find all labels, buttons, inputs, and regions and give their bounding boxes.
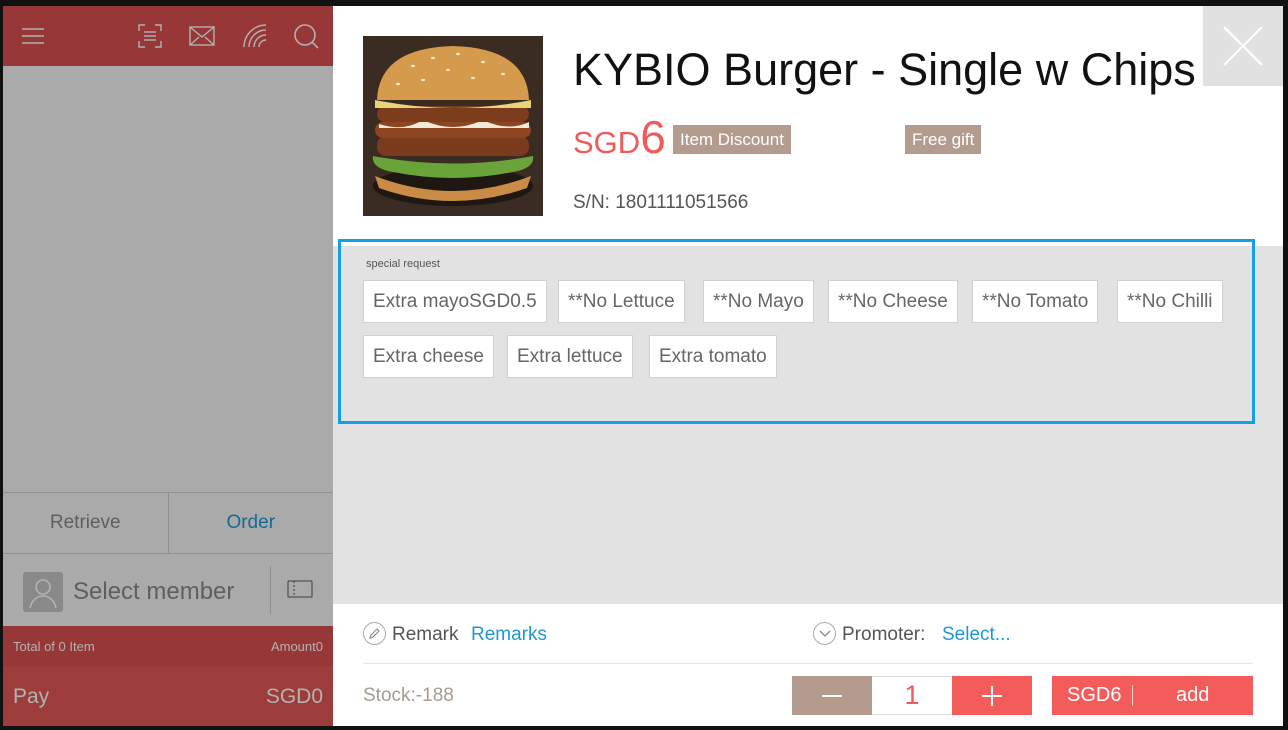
option-no-lettuce[interactable]: **No Lettuce: [558, 280, 685, 323]
product-title: KYBIO Burger - Single w Chips: [573, 44, 1196, 95]
increase-quantity-button[interactable]: [952, 676, 1032, 715]
modal-backdrop[interactable]: [3, 6, 333, 726]
option-extra-cheese[interactable]: Extra cheese: [363, 335, 494, 378]
price-currency: SGD: [573, 125, 641, 160]
minus-icon: [822, 694, 842, 697]
option-no-chilli[interactable]: **No Chilli: [1117, 280, 1223, 323]
product-price: SGD6: [573, 110, 666, 164]
option-extra-tomato[interactable]: Extra tomato: [649, 335, 777, 378]
serial-number: S/N: 1801111051566: [573, 192, 749, 213]
promoter-label: Promoter:: [842, 624, 926, 645]
option-extra-mayo[interactable]: Extra mayoSGD0.5: [363, 280, 547, 323]
add-label: add: [1176, 684, 1210, 706]
pencil-icon: [363, 622, 386, 645]
product-dialog: KYBIO Burger - Single w Chips SGD6 Item …: [333, 6, 1283, 726]
option-no-tomato[interactable]: **No Tomato: [972, 280, 1099, 323]
remarks-link[interactable]: Remarks: [471, 624, 547, 646]
close-icon: [1223, 26, 1263, 66]
add-amount: SGD6: [1067, 684, 1122, 706]
stock-count: Stock:-188: [363, 685, 454, 706]
option-extra-lettuce[interactable]: Extra lettuce: [507, 335, 633, 378]
item-discount-tag[interactable]: Item Discount: [673, 125, 791, 154]
price-value: 6: [640, 111, 666, 163]
dialog-footer: Remark Remarks Promoter: Select... Stock…: [333, 604, 1283, 726]
special-request-panel: special request Extra mayoSGD0.5 **No Le…: [338, 239, 1255, 424]
option-no-cheese[interactable]: **No Cheese: [828, 280, 958, 323]
button-separator: [1132, 685, 1133, 706]
option-no-mayo[interactable]: **No Mayo: [703, 280, 814, 323]
product-header: KYBIO Burger - Single w Chips SGD6 Item …: [333, 6, 1283, 246]
promoter-select-link[interactable]: Select...: [942, 624, 1011, 646]
close-button[interactable]: [1203, 6, 1283, 86]
footer-divider: [363, 663, 1253, 664]
product-image: [363, 36, 543, 216]
app-root: Retrieve Order Select member Total of 0 …: [0, 0, 1288, 730]
remark-label: Remark: [392, 624, 459, 645]
add-to-order-button[interactable]: SGD6 add: [1052, 676, 1253, 715]
special-request-label: special request: [366, 258, 440, 270]
plus-icon: [982, 685, 1002, 706]
decrease-quantity-button[interactable]: [792, 676, 872, 715]
quantity-value[interactable]: 1: [872, 676, 952, 715]
chevron-down-icon[interactable]: [813, 622, 836, 645]
free-gift-tag[interactable]: Free gift: [905, 125, 982, 154]
